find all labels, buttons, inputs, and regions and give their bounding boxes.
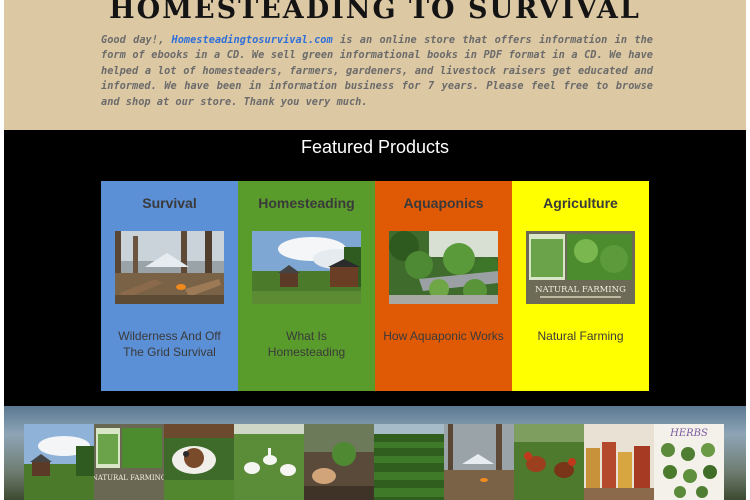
gallery-planting-thumb[interactable] xyxy=(304,424,374,500)
card-title[interactable]: Aquaponics xyxy=(375,195,512,211)
gallery-camp-thumb[interactable] xyxy=(444,424,514,500)
site-link[interactable]: Homesteadingtosurvival.com xyxy=(172,34,333,46)
card-description[interactable]: What Is Homesteading xyxy=(246,328,367,360)
card-description[interactable]: Natural Farming xyxy=(520,328,641,344)
card-title[interactable]: Homesteading xyxy=(238,195,375,211)
featured-title: Featured Products xyxy=(300,137,450,157)
card-aquaponics[interactable]: Aquaponics How Aquaponic Works xyxy=(375,181,512,391)
homestead-farm-image[interactable] xyxy=(252,231,361,304)
page-frame: HOMESTEADING TO SURVIVAL Good day!, Home… xyxy=(4,0,746,500)
book-cover-title: NATURAL FARMING xyxy=(535,285,626,295)
card-description[interactable]: Wilderness And Off The Grid Survival xyxy=(109,328,230,360)
product-cards: Survival Wilderness And Off The Grid Sur… xyxy=(101,181,649,391)
gallery-preserves-thumb[interactable] xyxy=(584,424,654,500)
gallery-crop-rows-thumb[interactable] xyxy=(374,424,444,500)
intro-paragraph: Good day!, Homesteadingtosurvival.com is… xyxy=(101,33,653,110)
gallery-homestead-thumb[interactable] xyxy=(24,424,94,500)
header-section: HOMESTEADING TO SURVIVAL Good day!, Home… xyxy=(4,0,746,130)
herbs-title: HERBS xyxy=(669,428,708,439)
thumb-cover-title: NATURAL FARMING xyxy=(94,474,164,482)
card-description[interactable]: How Aquaponic Works xyxy=(383,328,504,344)
featured-products-section: Featured Products Survival Wilderness An… xyxy=(4,130,746,406)
gallery-herbs-thumb[interactable]: HERBS xyxy=(654,424,724,500)
card-agriculture[interactable]: Agriculture NATURAL FARMING Natural Farm… xyxy=(512,181,649,391)
survival-camp-image[interactable] xyxy=(115,231,224,304)
aquaponics-garden-image[interactable] xyxy=(389,231,498,304)
natural-farming-book-cover[interactable]: NATURAL FARMING xyxy=(526,231,635,304)
card-title[interactable]: Survival xyxy=(101,195,238,211)
site-title: HOMESTEADING TO SURVIVAL xyxy=(109,0,641,25)
gallery-natural-farming-thumb[interactable]: NATURAL FARMING xyxy=(94,424,164,500)
gallery-goats-thumb[interactable] xyxy=(164,424,234,500)
gallery-geese-thumb[interactable] xyxy=(234,424,304,500)
card-homesteading[interactable]: Homesteading What Is Homesteading xyxy=(238,181,375,391)
card-survival[interactable]: Survival Wilderness And Off The Grid Sur… xyxy=(101,181,238,391)
card-title[interactable]: Agriculture xyxy=(512,195,649,211)
intro-greeting: Good day!, xyxy=(101,34,172,46)
gallery-strip: NATURAL FARMING HERBS xyxy=(4,406,746,500)
gallery-chickens-thumb[interactable] xyxy=(514,424,584,500)
